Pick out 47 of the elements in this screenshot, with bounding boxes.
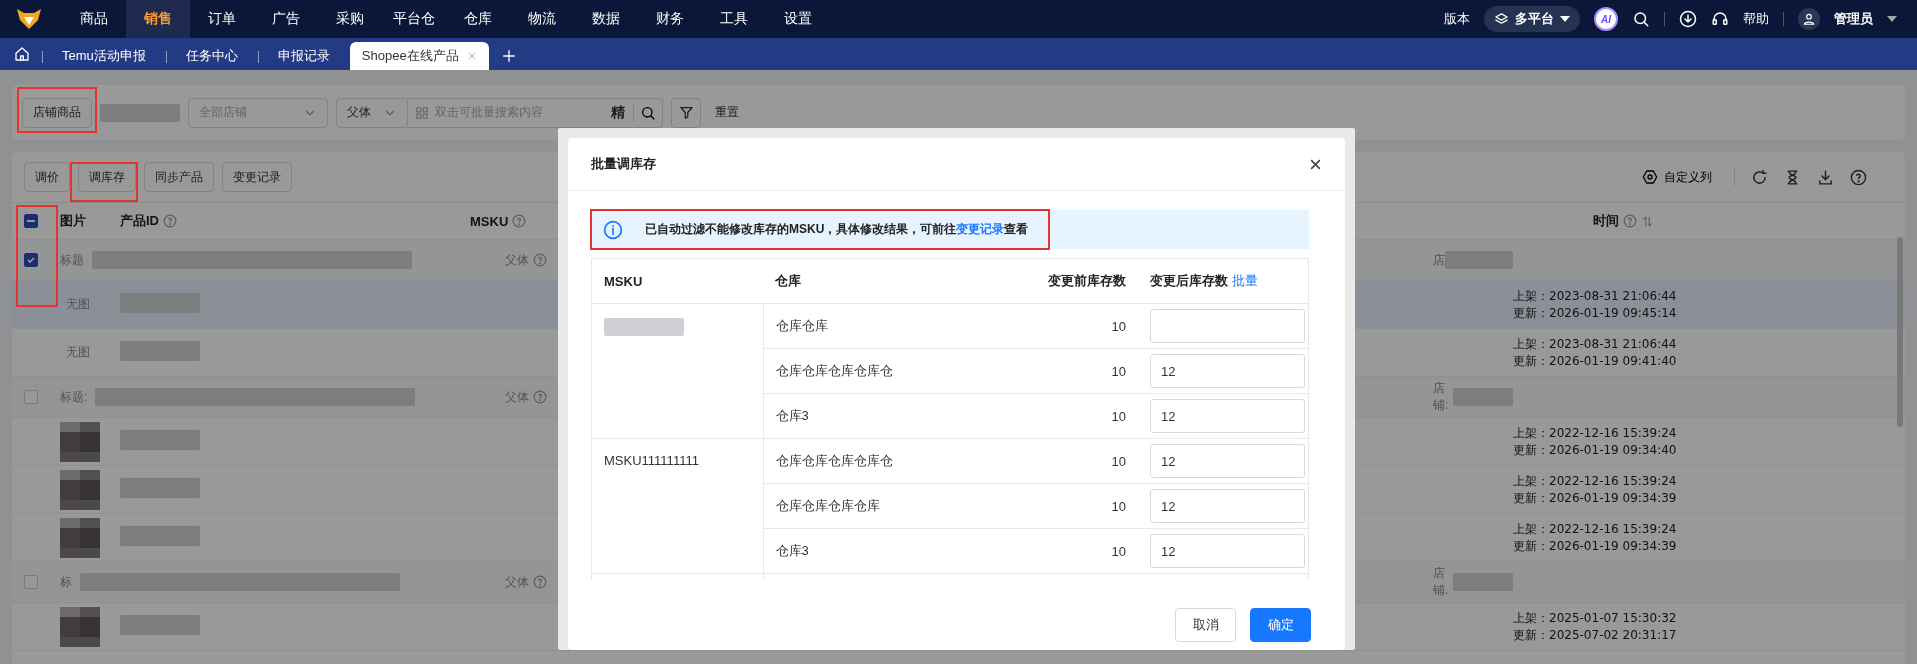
title-label: 标题: [60,388,88,406]
updated-time: 更新：2026-01-19 09:41:40 [1513,352,1678,370]
title-label: 标 [60,573,72,591]
column-header: 变更后库存数 [1150,273,1228,288]
parent-label: 父体 [505,388,529,406]
listed-time: 上架：2023-08-31 21:06:44 [1513,287,1678,305]
alert-message: 已自动过滤不能修改库存的MSKU，具体修改结果，可前往变更记录查看 [645,221,1029,238]
column-header: 仓库 [775,273,801,288]
listed-time: 上架：2022-12-16 15:39:24 [1513,520,1678,538]
no-image-placeholder: 无图 [66,344,90,361]
stock-before-cell: 10 [1111,408,1126,424]
stock-before-cell: 10 [1111,498,1126,514]
shop-label: 店 [1433,251,1445,269]
stock-before-cell: 10 [1111,363,1126,379]
warehouse-cell: 仓库仓库仓库仓库仓 [775,363,893,378]
shop-label: 店铺: [1433,380,1450,414]
listed-time: 上架：2022-12-16 15:39:24 [1513,424,1678,442]
shop-label: 店铺. [1433,565,1450,599]
listed-time: 上架：2025-01-07 15:30:32 [1513,609,1678,627]
updated-time: 更新：2026-01-19 09:34:39 [1513,537,1678,555]
dialog-title: 批量调库存 [591,155,656,173]
column-header: 图片 [60,212,86,230]
warehouse-cell: 仓库仓库仓库仓库仓 [775,453,893,468]
version-label: 版本 [1444,10,1470,28]
updated-time: 更新：2026-01-19 09:34:39 [1513,489,1678,507]
updated-time: 更新：2025-07-02 20:31:17 [1513,626,1678,644]
warehouse-cell: 仓库仓库仓库仓库 [775,498,880,513]
column-header: 变更前库存数 [1048,273,1126,288]
stock-before-cell: 10 [1111,453,1126,469]
column-header: MSKU [604,273,643,289]
no-image-placeholder: 无图 [66,296,90,313]
stock-before-cell: 10 [1111,543,1126,559]
column-header: 产品ID [120,212,159,230]
title-label: 标题 [60,251,84,269]
warehouse-cell: 仓库3 [775,543,809,558]
warehouse-cell: 仓库仓库 [775,318,828,333]
column-header: 时间 [1593,212,1619,230]
column-header: MSKU [470,213,509,229]
stock-before-cell: 10 [1111,318,1126,334]
updated-time: 更新：2026-01-19 09:34:40 [1513,441,1678,459]
updated-time: 更新：2026-01-19 09:45:14 [1513,304,1678,322]
parent-label: 父体 [505,251,529,269]
listed-time: 上架：2023-08-31 21:06:44 [1513,335,1678,353]
warehouse-cell: 仓库3 [775,408,809,423]
listed-time: 上架：2022-12-16 15:39:24 [1513,472,1678,490]
msku-cell: MSKU111111111 [604,453,699,468]
parent-label: 父体 [505,573,529,591]
